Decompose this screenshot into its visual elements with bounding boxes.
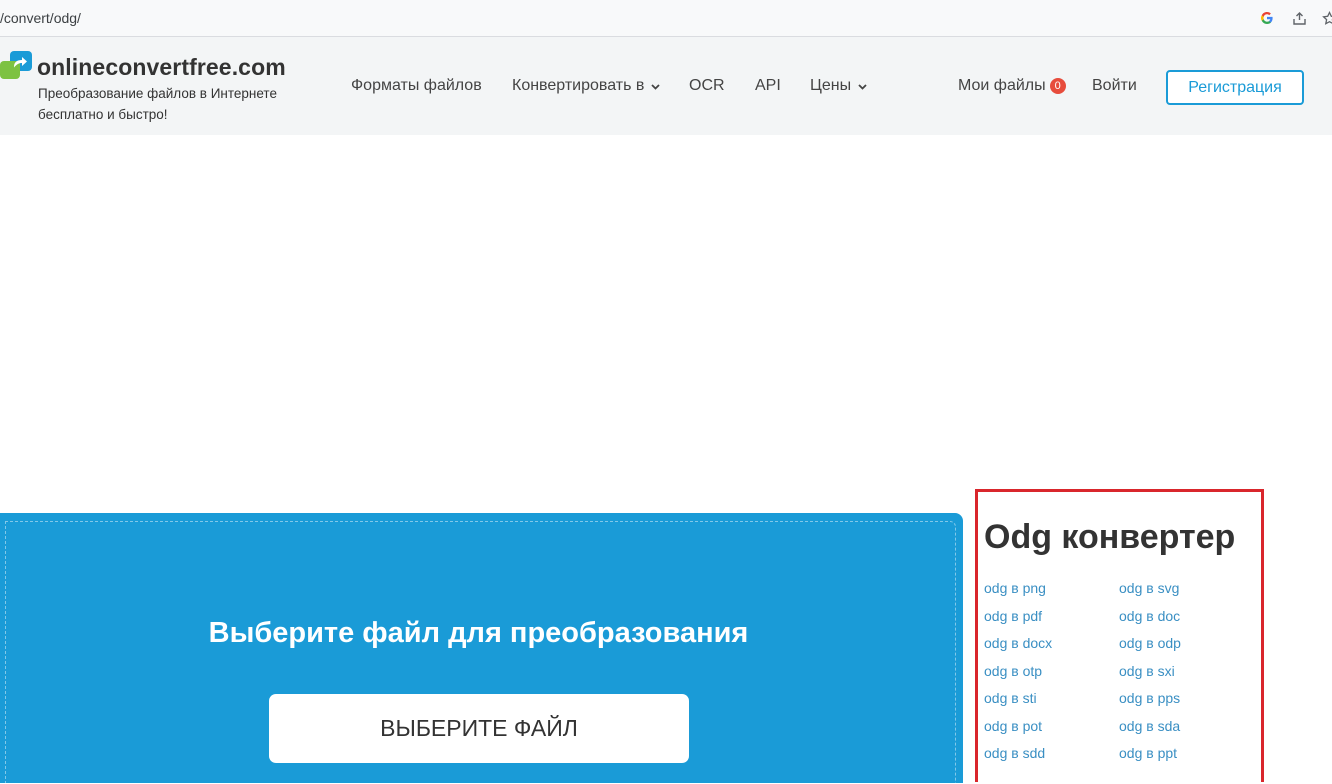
login-label: Войти xyxy=(1092,77,1137,94)
url-text[interactable]: /convert/odg/ xyxy=(0,10,81,26)
converter-link[interactable]: odg в pps xyxy=(1119,690,1254,718)
upload-title: Выберите файл для преобразования xyxy=(208,617,749,649)
link-row: odg в png odg в svg xyxy=(984,580,1254,608)
converter-link[interactable]: odg в pot xyxy=(984,718,1119,746)
converter-link[interactable]: odg в sxi xyxy=(1119,663,1254,691)
nav-prices[interactable]: Цены xyxy=(810,77,868,95)
link-row: odg в pot odg в sda xyxy=(984,718,1254,746)
link-row: odg в sti odg в pps xyxy=(984,690,1254,718)
converter-link[interactable]: odg в png xyxy=(984,580,1119,608)
chevron-down-icon xyxy=(651,83,660,90)
chevron-down-icon xyxy=(858,83,867,90)
converter-link[interactable]: odg в sti xyxy=(984,690,1119,718)
tagline: Преобразование файлов в Интернете беспла… xyxy=(38,86,277,122)
converter-link[interactable]: odg в pdf xyxy=(984,608,1119,636)
converter-link[interactable]: odg в ppt xyxy=(1119,745,1254,773)
nav-prices-label: Цены xyxy=(810,77,852,94)
converter-link[interactable]: odg в sda xyxy=(1119,718,1254,746)
converter-link[interactable]: odg в docx xyxy=(984,635,1119,663)
nav-api[interactable]: API xyxy=(755,77,781,95)
converter-link[interactable]: odg в otp xyxy=(984,663,1119,691)
my-files-label: Мои файлы xyxy=(958,77,1046,94)
nav-api-label: API xyxy=(755,77,781,94)
link-row: odg в pdf odg в doc xyxy=(984,608,1254,636)
nav-convert-to-label: Конвертировать в xyxy=(512,77,645,94)
odg-converter-panel: Odg конвертер odg в png odg в svg odg в … xyxy=(975,489,1264,782)
nav-convert-to[interactable]: Конвертировать в xyxy=(512,77,661,95)
logo-icon[interactable] xyxy=(0,51,32,81)
converter-link[interactable]: odg в sdd xyxy=(984,745,1119,773)
login-link[interactable]: Войти xyxy=(1092,77,1137,95)
my-files-link[interactable]: Мои файлы 0 xyxy=(958,77,1066,95)
star-icon[interactable] xyxy=(1320,9,1332,27)
converter-link[interactable]: odg в doc xyxy=(1119,608,1254,636)
share-icon[interactable] xyxy=(1290,9,1308,27)
nav-file-formats-label: Форматы файлов xyxy=(351,77,482,94)
converter-link[interactable]: odg в svg xyxy=(1119,580,1254,608)
register-button[interactable]: Регистрация xyxy=(1166,70,1304,105)
browser-address-bar: /convert/odg/ xyxy=(0,0,1332,37)
link-row: odg в sdd odg в ppt xyxy=(984,745,1254,773)
nav-ocr[interactable]: OCR xyxy=(689,77,725,95)
link-row: odg в otp odg в sxi xyxy=(984,663,1254,691)
converter-title: Odg конвертер xyxy=(984,518,1236,556)
file-upload-area[interactable]: Выберите файл для преобразования ВЫБЕРИТ… xyxy=(0,513,963,784)
choose-file-button[interactable]: ВЫБЕРИТЕ ФАЙЛ xyxy=(269,694,689,763)
brand-name[interactable]: onlineconvertfree.com xyxy=(37,54,286,81)
link-row: odg в docx odg в odp xyxy=(984,635,1254,663)
my-files-count-badge: 0 xyxy=(1049,78,1066,94)
nav-ocr-label: OCR xyxy=(689,77,725,94)
converter-link[interactable]: odg в odp xyxy=(1119,635,1254,663)
converter-links: odg в png odg в svg odg в pdf odg в doc … xyxy=(984,580,1254,773)
google-icon[interactable] xyxy=(1258,9,1276,27)
site-header: onlineconvertfree.com Преобразование фай… xyxy=(0,37,1332,135)
nav-file-formats[interactable]: Форматы файлов xyxy=(351,77,482,95)
